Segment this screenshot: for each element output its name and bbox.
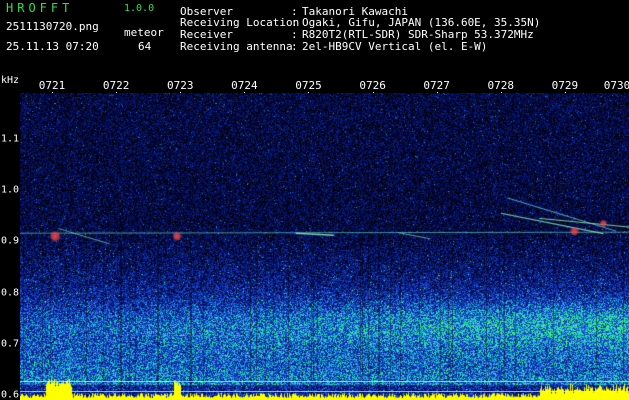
time-tick-label: 0726 (359, 79, 386, 92)
spectrogram-plot[interactable] (20, 93, 629, 400)
freq-unit-label: kHz (1, 75, 20, 86)
time-tick-label: 0729 (551, 79, 579, 92)
freq-tick-label: 0.8 (1, 287, 20, 299)
app-version: 1.0.0 (124, 3, 155, 14)
reference-line (20, 381, 629, 382)
freq-tick-label: 0.6 (1, 389, 20, 400)
time-tick-label: 0721 (38, 79, 66, 92)
freq-tick-label: 0.7 (1, 338, 20, 350)
date-time: 25.11.13 07:20 (6, 40, 99, 53)
freq-tick-label: 1.0 (1, 184, 20, 196)
time-tick-label: 0730 (603, 79, 629, 92)
spectrogram-canvas (20, 93, 629, 400)
freq-tick-label: 0.9 (1, 235, 20, 247)
time-tick-label: 0728 (487, 79, 515, 92)
time-tick-label: 0723 (167, 79, 194, 92)
reference-line (20, 391, 629, 392)
meteor-label: meteor (124, 26, 164, 39)
file-name: 2511130720.png (6, 20, 99, 33)
app-title: HROFFT (6, 1, 74, 15)
time-tick-label: 0725 (295, 79, 322, 92)
freq-tick-label: 1.1 (1, 133, 20, 145)
time-tick-label: 0724 (231, 79, 258, 92)
info-antenna-label: Receiving antenna (180, 40, 293, 53)
info-antenna-value: 2el-HB9CV Vertical (el. E-W) (302, 40, 488, 53)
info-antenna-colon: : (291, 40, 298, 53)
meteor-count: 64 (138, 40, 152, 53)
time-tick-label: 0722 (102, 79, 130, 92)
time-tick-label: 0727 (423, 79, 450, 92)
